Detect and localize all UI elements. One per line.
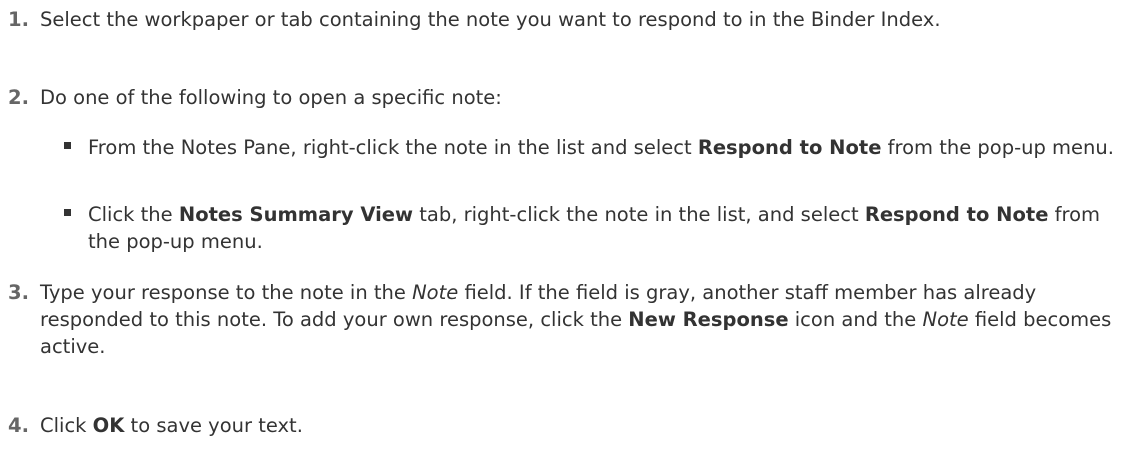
step-2-text: Do one of the following to open a specif… xyxy=(40,86,502,109)
step-3-text: Type your response to the note in the No… xyxy=(40,281,1112,358)
step-1: 1. Select the workpaper or tab containin… xyxy=(8,6,1118,33)
step-4-number: 4. xyxy=(8,414,29,437)
step-2-bullet-2-text: Click the Notes Summary View tab, right-… xyxy=(88,203,1100,253)
step-3: 3. Type your response to the note in the… xyxy=(8,279,1118,360)
step-2-bullet-2: Click the Notes Summary View tab, right-… xyxy=(64,201,1114,255)
instruction-document: 1. Select the workpaper or tab containin… xyxy=(0,0,1128,450)
step-2-bullet-1-text: From the Notes Pane, right-click the not… xyxy=(88,136,1114,159)
step-3-number: 3. xyxy=(8,281,29,304)
bullet-square-icon xyxy=(64,142,71,149)
step-4-text: Click OK to save your text. xyxy=(40,414,303,437)
step-1-number: 1. xyxy=(8,8,29,31)
step-2-number: 2. xyxy=(8,86,29,109)
step-4: 4. Click OK to save your text. xyxy=(8,412,1118,439)
bullet-square-icon xyxy=(64,209,71,216)
step-2: 2. Do one of the following to open a spe… xyxy=(8,84,1118,111)
step-1-text: Select the workpaper or tab containing t… xyxy=(40,8,941,31)
step-2-bullet-1: From the Notes Pane, right-click the not… xyxy=(64,134,1114,161)
